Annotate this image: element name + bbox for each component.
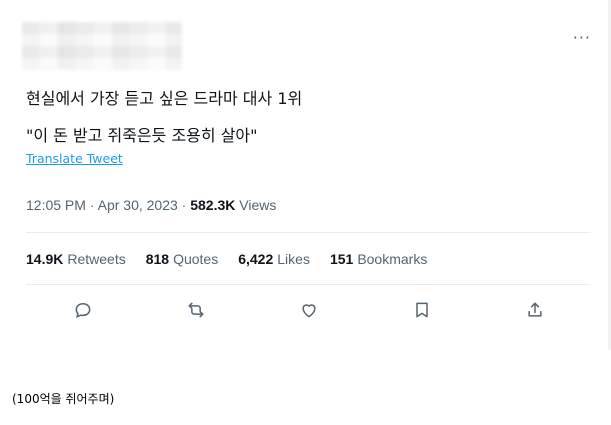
image-caption: (100억을 쥐어주며) bbox=[12, 392, 115, 406]
tweet-text-line1: 현실에서 가장 듣고 싶은 드라마 대사 1위 bbox=[26, 89, 303, 108]
more-options-icon[interactable]: ··· bbox=[573, 28, 591, 47]
retweet-icon bbox=[188, 302, 203, 318]
tweet-card: ··· 현실에서 가장 듣고 싶은 드라마 대사 1위 "이 돈 받고 쥐죽은듯… bbox=[0, 0, 611, 350]
stat-quotes[interactable]: 818 Quotes bbox=[146, 251, 219, 267]
stat-label: Likes bbox=[277, 251, 310, 267]
like-button[interactable] bbox=[295, 296, 323, 324]
reply-icon bbox=[75, 302, 90, 318]
stat-bookmarks[interactable]: 151 Bookmarks bbox=[330, 251, 427, 267]
tweet-meta: 12:05 PM · Apr 30, 2023 · 582.3K Views bbox=[26, 197, 276, 213]
like-icon bbox=[301, 304, 316, 318]
action-bar bbox=[26, 296, 591, 324]
stat-count: 6,422 bbox=[238, 251, 274, 267]
views-count: 582.3K bbox=[190, 197, 236, 213]
stat-label: Bookmarks bbox=[357, 251, 428, 267]
meta-separator: · bbox=[181, 197, 191, 213]
translate-tweet-link[interactable]: Translate Tweet bbox=[26, 151, 123, 166]
engagement-stats: 14.9K Retweets 818 Quotes 6,422 Likes 151 Bo… bbox=[26, 251, 427, 267]
share-button[interactable] bbox=[521, 296, 549, 324]
stat-label: Retweets bbox=[67, 251, 126, 267]
stat-count: 151 bbox=[329, 251, 354, 267]
stat-retweets[interactable]: 14.9K Retweets bbox=[26, 251, 126, 267]
meta-separator: · bbox=[89, 197, 98, 213]
tweet-time[interactable]: 12:05 PM bbox=[26, 197, 86, 213]
divider bbox=[26, 284, 591, 285]
retweet-button[interactable] bbox=[182, 296, 210, 324]
tweet-text-line2: "이 돈 받고 쥐죽은듯 조용히 살아" bbox=[26, 126, 258, 145]
bookmark-icon bbox=[415, 302, 428, 318]
share-icon bbox=[527, 302, 542, 317]
stat-likes[interactable]: 6,422 Likes bbox=[238, 251, 310, 267]
bookmark-button[interactable] bbox=[408, 296, 436, 324]
divider bbox=[26, 232, 591, 233]
stat-label: Quotes bbox=[173, 251, 219, 267]
views-label: Views bbox=[239, 197, 277, 213]
tweet-date[interactable]: Apr 30, 2023 bbox=[98, 197, 178, 213]
stat-count: 14.9K bbox=[26, 251, 64, 267]
stat-count: 818 bbox=[145, 251, 170, 267]
reply-button[interactable] bbox=[69, 296, 97, 324]
blurred-author-header bbox=[22, 22, 182, 70]
